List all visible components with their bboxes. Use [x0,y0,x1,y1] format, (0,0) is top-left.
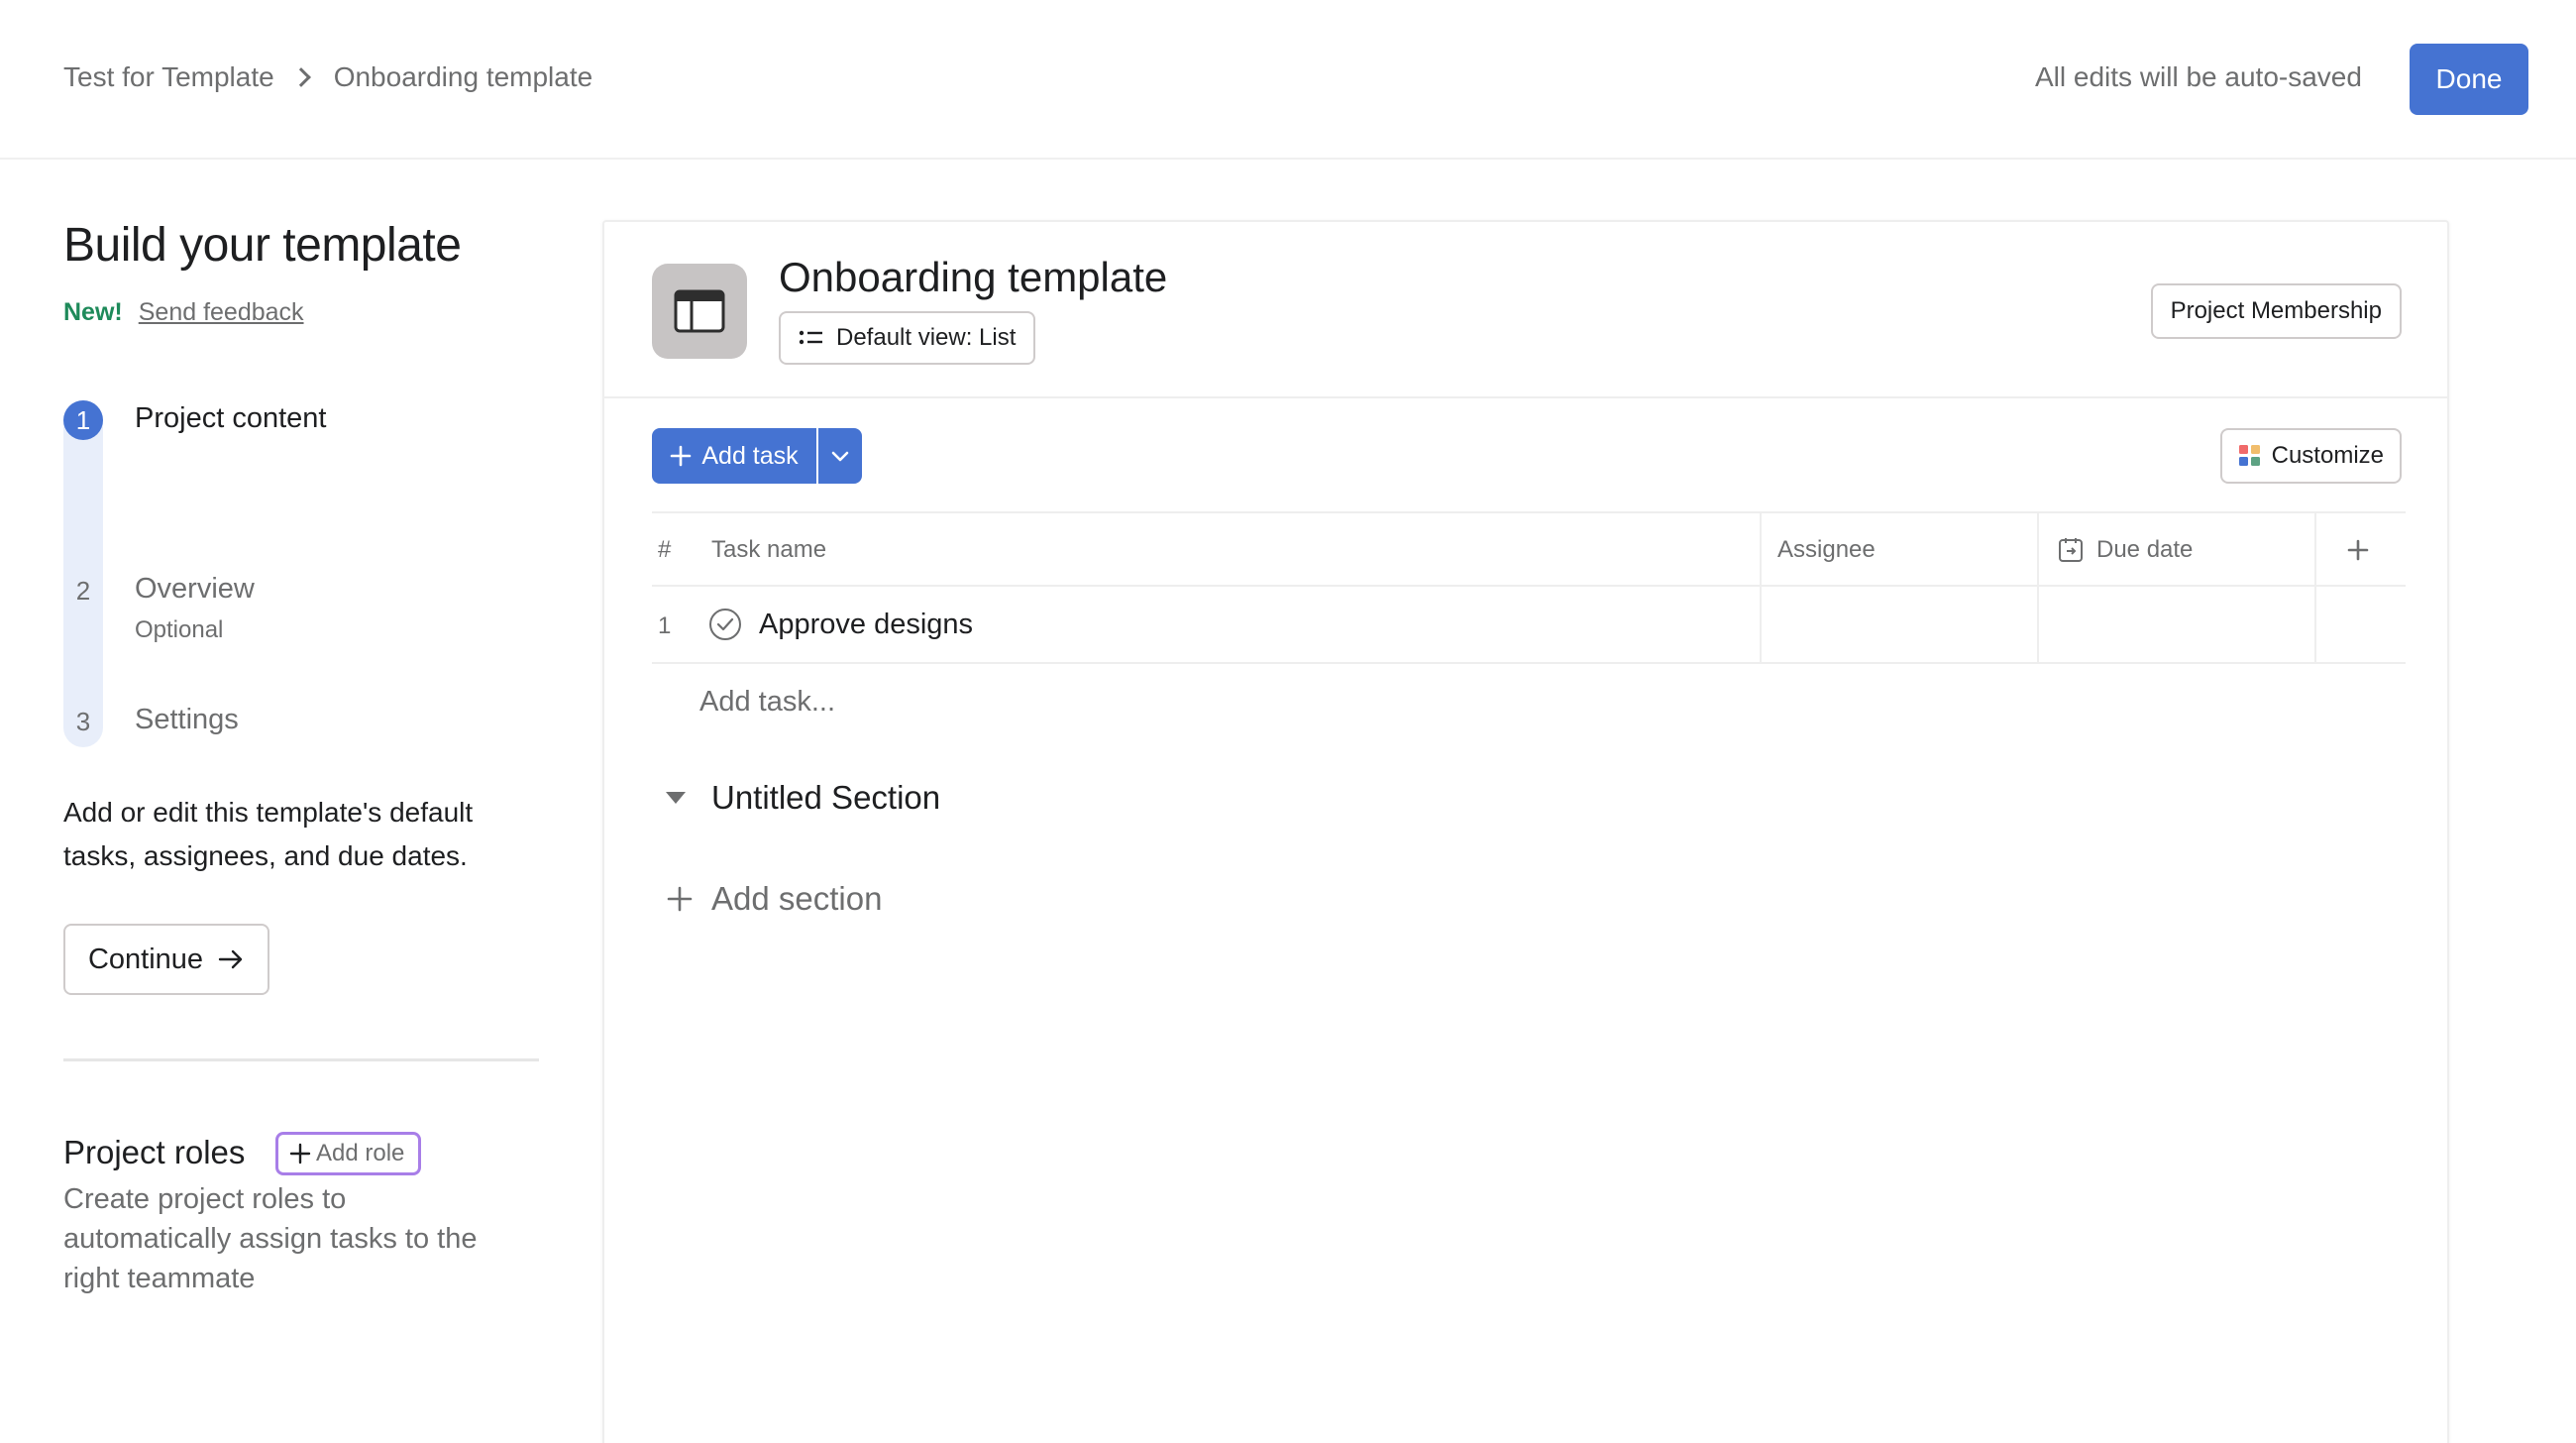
project-roles-description: Create project roles to automatically as… [63,1183,478,1294]
step-sublabel-optional: Optional [135,616,224,643]
feedback-line: New! Send feedback [63,298,539,327]
plus-icon [289,1143,311,1165]
steps-list: 1 Project content 2 Overview Optional 3 … [63,400,539,747]
add-task-inline[interactable]: Add task... [699,686,835,719]
step-label-project-content[interactable]: Project content [135,402,326,435]
add-column-button[interactable] [2346,513,2370,587]
project-title[interactable]: Onboarding template [779,254,1167,301]
step-description: Add or edit this template's default task… [63,797,474,871]
add-section-button[interactable]: Add section [666,880,882,918]
section-title[interactable]: Untitled Section [711,779,940,817]
continue-label: Continue [87,943,204,975]
check-circle-icon[interactable] [709,609,741,640]
breadcrumb-current: Onboarding template [333,61,593,92]
table-header: # Task name Assignee Due date [652,511,2406,587]
chevron-right-icon [290,67,311,87]
chevron-down-icon [831,451,849,462]
plus-icon [2347,539,2369,561]
table-row[interactable]: 1 Approve designs [652,587,2406,664]
plus-icon [667,886,693,912]
add-role-label: Add role [316,1140,405,1166]
default-view-button[interactable]: Default view: List [779,311,1036,365]
section-header[interactable]: Untitled Section [666,779,940,817]
column-divider [2037,587,2039,662]
project-template-icon [652,264,747,359]
breadcrumb: Test for Template Onboarding template [63,61,592,93]
autosave-status: All edits will be auto-saved [2035,61,2362,92]
customize-label: Customize [2271,442,2384,469]
list-icon [799,330,822,345]
add-task-button[interactable]: Add task [652,428,816,484]
done-button[interactable]: Done [2410,44,2528,115]
left-panel: Build your template New! Send feedback [63,218,539,327]
column-divider [1760,513,1762,587]
task-table: # Task name Assignee Due date 1 Approve … [652,511,2406,741]
add-task-group: Add task [652,428,862,484]
column-number-header: # [658,536,672,563]
add-task-label: Add task [701,441,799,470]
step-number-2[interactable]: 2 [63,571,103,610]
new-badge: New! [63,298,123,326]
column-task-name-header[interactable]: Task name [711,513,826,587]
divider [63,1058,539,1061]
send-feedback-link[interactable]: Send feedback [139,298,304,327]
due-date-label: Due date [2096,536,2194,563]
add-task-dropdown-button[interactable] [818,428,862,484]
default-view-label: Default view: List [836,324,1017,351]
breadcrumb-parent[interactable]: Test for Template [63,61,274,93]
column-divider [2037,513,2039,587]
divider [604,396,2447,398]
step-label-overview[interactable]: Overview [135,573,255,606]
column-divider [1760,587,1762,662]
top-bar: Test for Template Onboarding template Al… [0,0,2576,160]
project-membership-button[interactable]: Project Membership [2150,283,2402,339]
add-section-label: Add section [711,880,883,917]
project-roles-title: Project roles [63,1134,246,1170]
calendar-icon [2059,538,2083,562]
add-task-row[interactable]: Add task... [652,664,2406,741]
customize-grid-icon [2238,445,2260,466]
task-name[interactable]: Approve designs [759,609,973,641]
continue-button[interactable]: Continue [63,924,269,995]
template-editor-card: Onboarding template Default view: List P… [602,220,2449,1443]
arrow-right-icon [218,949,243,969]
customize-button[interactable]: Customize [2219,428,2402,484]
triangle-down-icon[interactable] [666,792,686,804]
page-title: Build your template [63,219,462,272]
step-number-3[interactable]: 3 [63,702,103,741]
add-role-button[interactable]: Add role [275,1132,422,1175]
column-due-date-header[interactable]: Due date [2057,513,2193,587]
step-label-settings[interactable]: Settings [135,704,239,736]
plus-icon [671,445,692,467]
row-number: 1 [658,612,672,639]
column-divider [2314,513,2316,587]
column-divider [2314,587,2316,662]
column-assignee-header[interactable]: Assignee [1777,513,1876,587]
step-number-1[interactable]: 1 [63,400,103,440]
